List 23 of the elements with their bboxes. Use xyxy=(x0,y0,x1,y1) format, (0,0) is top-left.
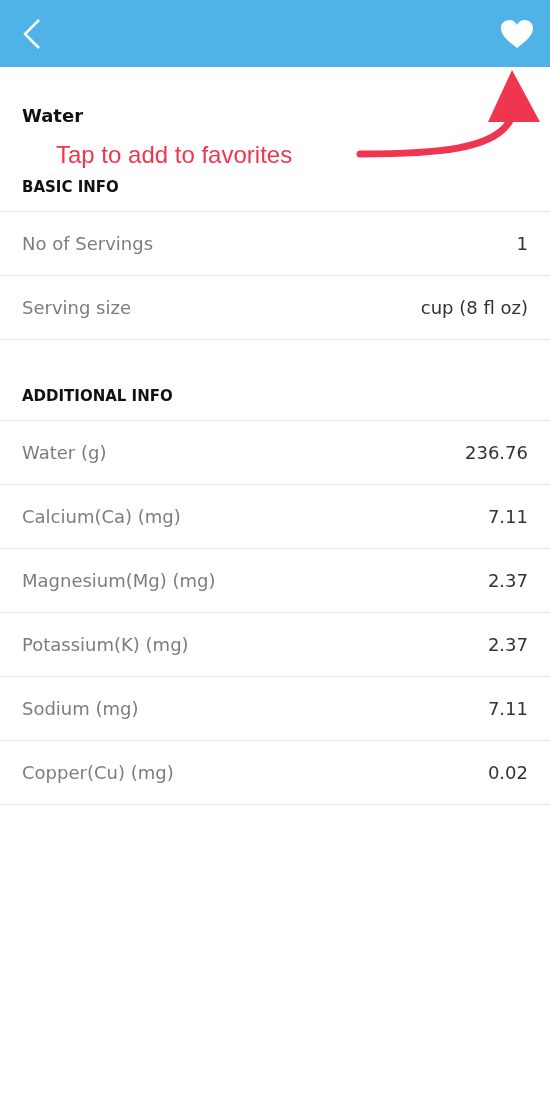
row-label: Copper(Cu) (mg) xyxy=(22,761,174,785)
section-heading: ADDITIONAL INFO xyxy=(22,386,173,406)
row-value: 7.11 xyxy=(487,697,528,721)
annotation-text: Tap to add to favorites xyxy=(56,140,293,170)
row-label: Magnesium(Mg) (mg) xyxy=(22,569,216,593)
section-heading: BASIC INFO xyxy=(22,177,119,197)
row-value: 1 xyxy=(516,232,528,256)
row-value: 0.02 xyxy=(487,761,528,785)
row-value: 2.37 xyxy=(487,633,528,657)
row-value: cup (8 fl oz) xyxy=(420,296,528,320)
item-title: Water xyxy=(22,104,85,128)
row-label: Potassium(K) (mg) xyxy=(22,633,189,657)
row-value: 7.11 xyxy=(487,505,528,529)
row-value: 236.76 xyxy=(465,441,528,465)
favorite-button[interactable] xyxy=(500,18,534,49)
row-label: No of Servings xyxy=(22,232,154,256)
row-label: Calcium(Ca) (mg) xyxy=(22,505,181,529)
row-label: Serving size xyxy=(22,296,131,320)
row-value: 2.37 xyxy=(487,569,528,593)
row-label: Water (g) xyxy=(22,441,107,465)
heart-icon xyxy=(500,18,534,49)
row-label: Sodium (mg) xyxy=(22,697,139,721)
back-icon xyxy=(22,17,42,50)
